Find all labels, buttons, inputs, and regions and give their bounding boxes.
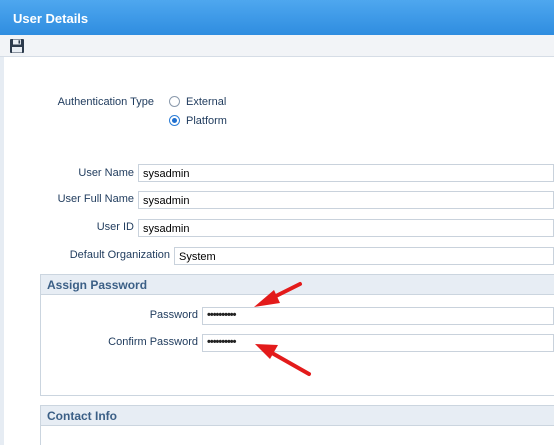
annotation-arrows [254,282,311,376]
annotation-arrow-password [254,282,302,307]
annotation-arrow-confirm [255,344,311,376]
